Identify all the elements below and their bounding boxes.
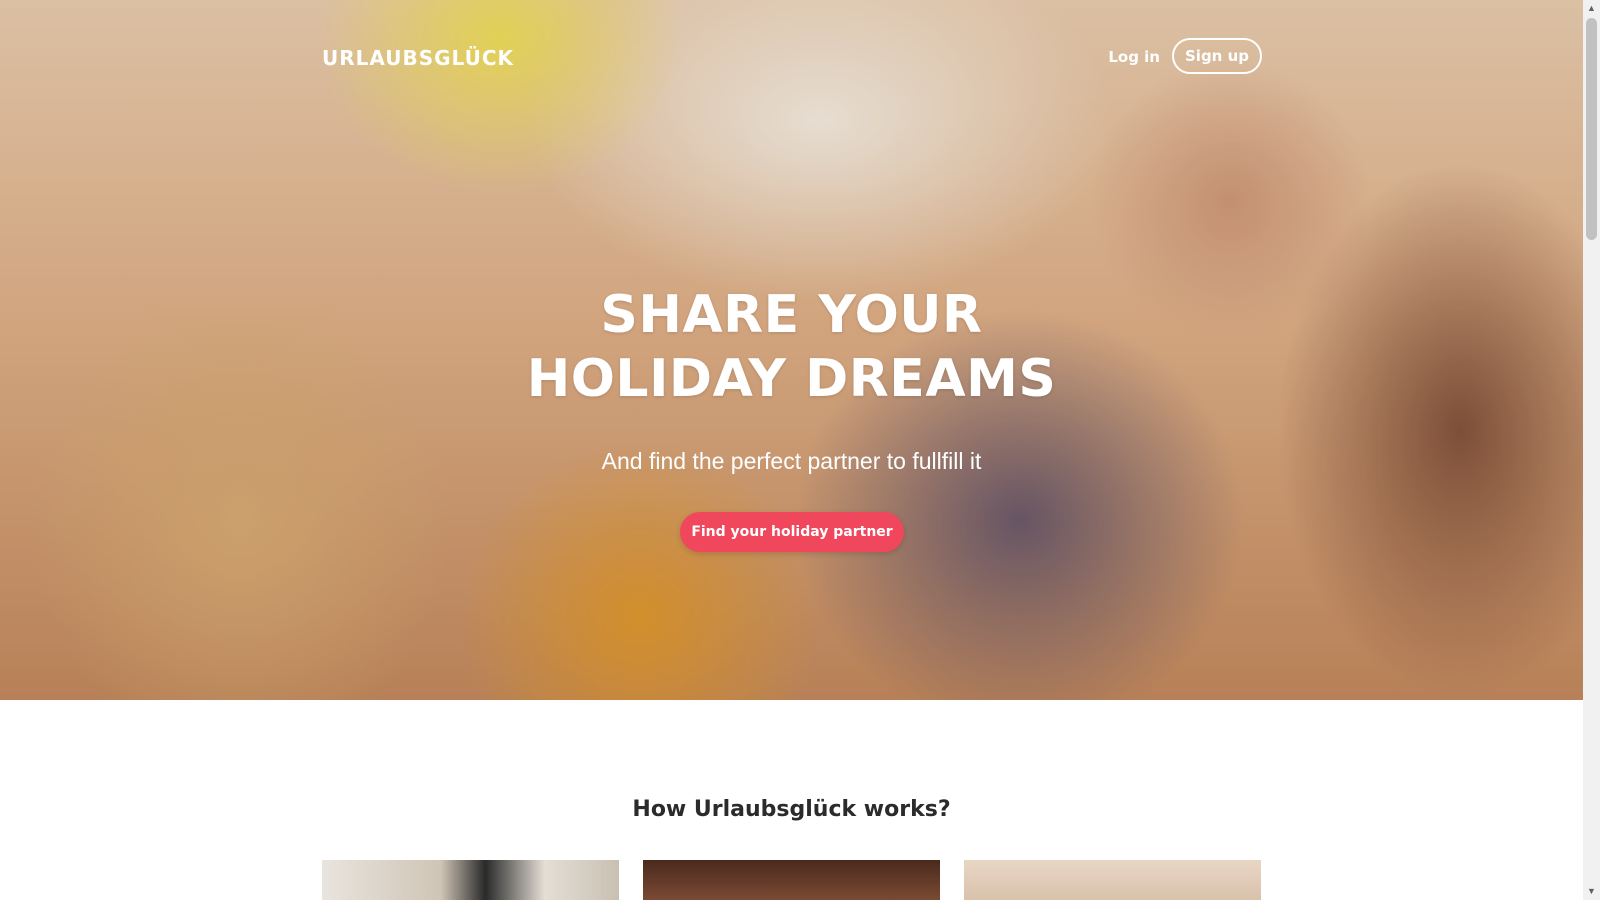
scroll-down-arrow-icon[interactable]: ▼ (1583, 883, 1600, 900)
hero-title: SHARE YOUR HOLIDAY DREAMS (0, 283, 1583, 411)
hero-subtitle: And find the perfect partner to fullfill… (601, 448, 982, 474)
vertical-scrollbar[interactable]: ▲ ▼ (1583, 0, 1600, 900)
hero-title-line-2: HOLIDAY DREAMS (526, 349, 1057, 409)
navbar: URLAUBSGLÜCK Log in Sign up (322, 38, 1262, 76)
login-link[interactable]: Log in (1108, 48, 1160, 66)
signup-button[interactable]: Sign up (1172, 38, 1262, 74)
how-it-works-card-2-image (643, 860, 940, 900)
scroll-up-arrow-icon[interactable]: ▲ (1583, 0, 1600, 17)
how-it-works-card-1-image (322, 860, 619, 900)
page: URLAUBSGLÜCK Log in Sign up SHARE YOUR H… (0, 0, 1583, 900)
find-holiday-partner-button[interactable]: Find your holiday partner (680, 512, 904, 552)
how-it-works-title: How Urlaubsglück works? (632, 797, 951, 822)
hero-section: URLAUBSGLÜCK Log in Sign up SHARE YOUR H… (0, 0, 1583, 700)
brand-logo[interactable]: URLAUBSGLÜCK (322, 46, 514, 70)
scroll-thumb[interactable] (1586, 18, 1597, 240)
how-it-works-card-3-image (964, 860, 1261, 900)
hero-title-line-1: SHARE YOUR (600, 285, 983, 345)
